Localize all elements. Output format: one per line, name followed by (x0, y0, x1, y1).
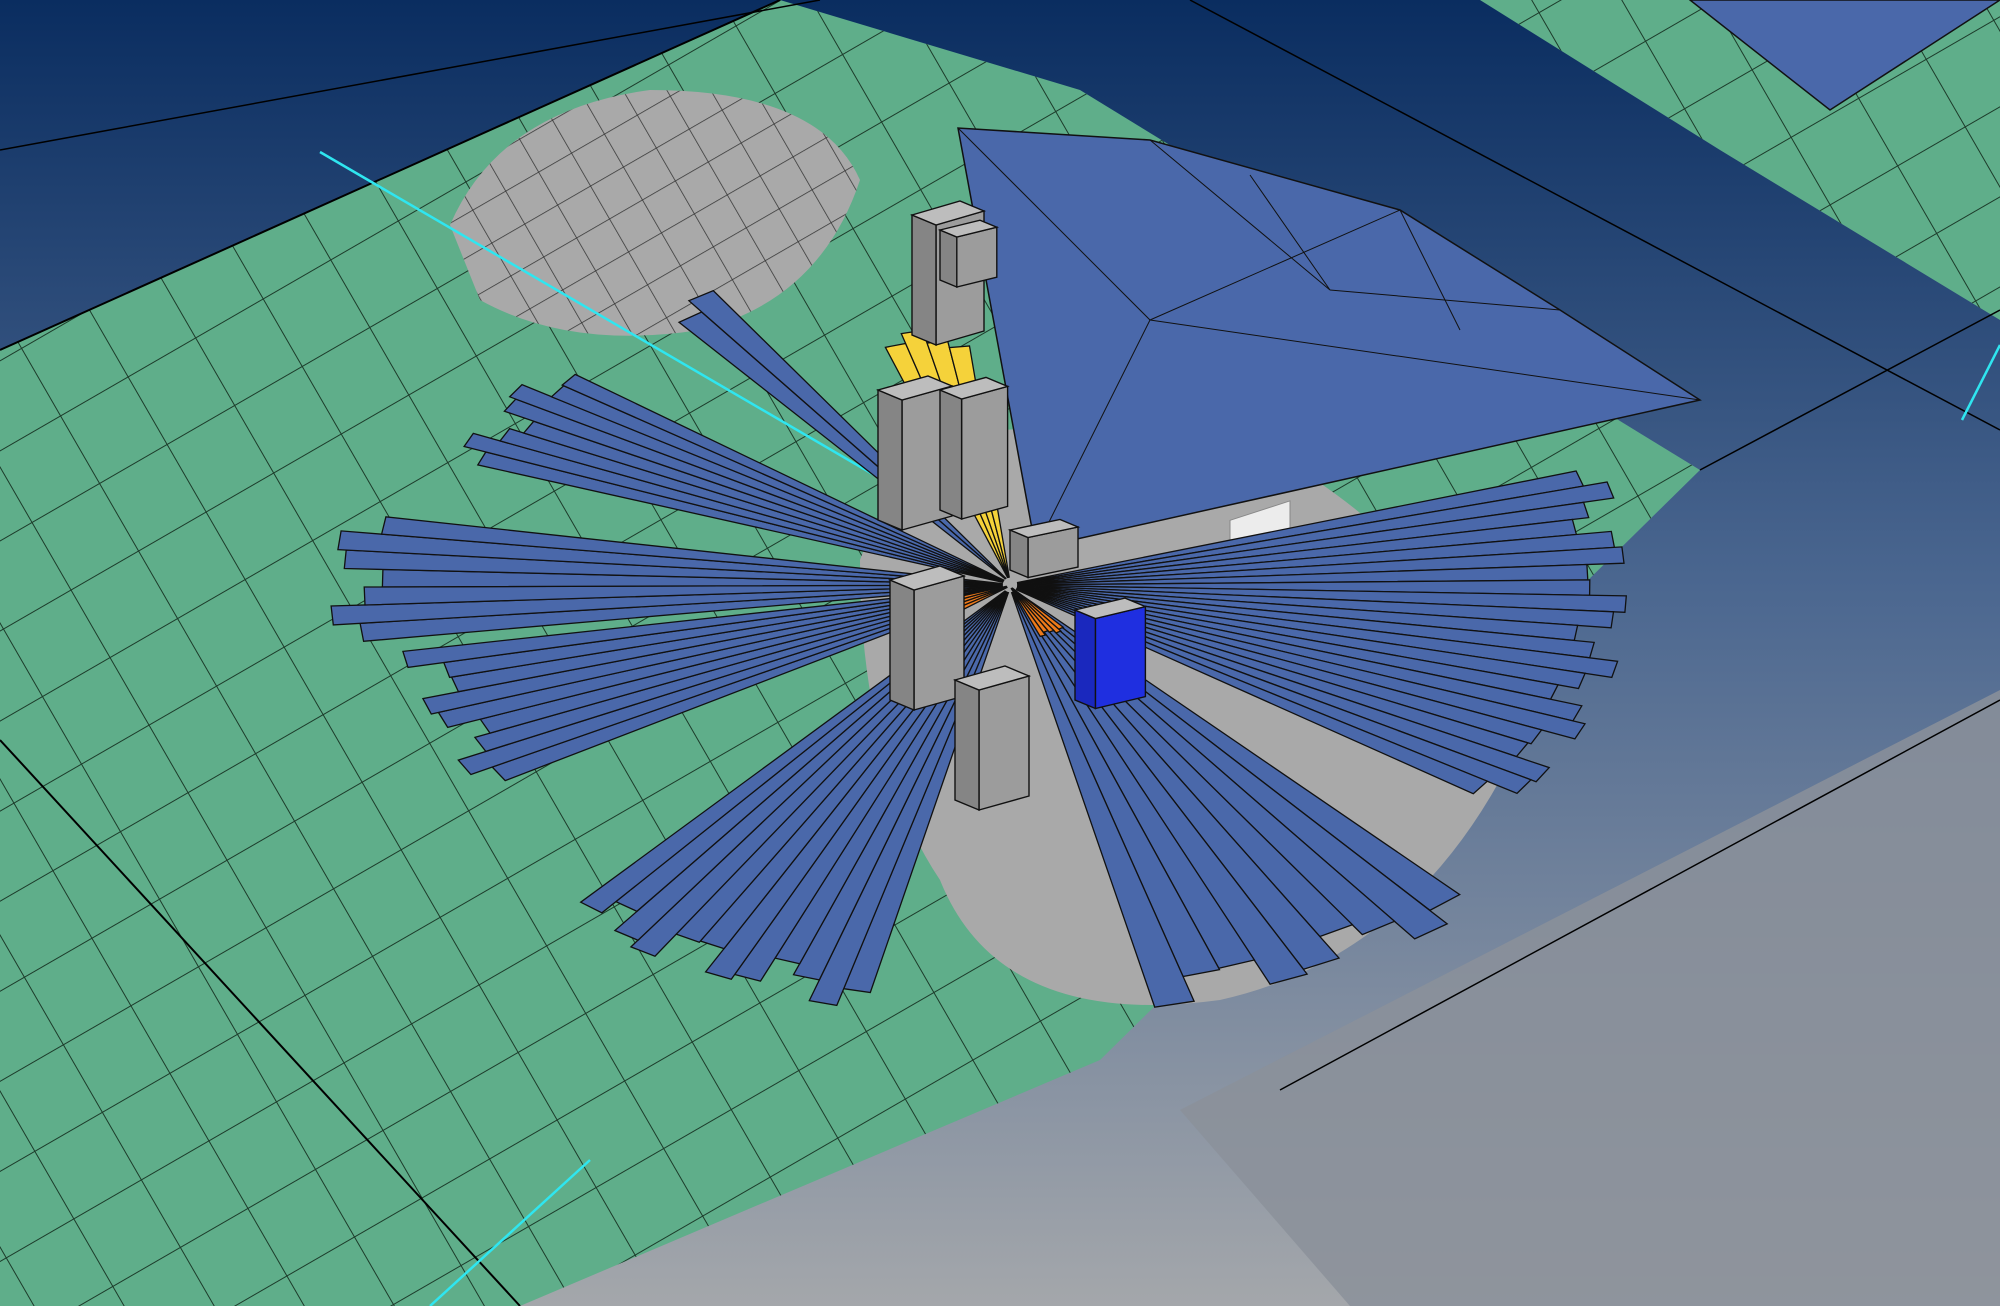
building[interactable] (937, 376, 1010, 521)
building-front (1074, 608, 1097, 710)
building-front (889, 578, 915, 712)
3d-viewport[interactable] (0, 0, 2000, 1306)
building[interactable] (887, 565, 967, 712)
building-side (978, 675, 1030, 811)
building[interactable] (1007, 518, 1081, 579)
building-side (960, 385, 1009, 520)
scene-canvas[interactable] (0, 0, 2000, 1306)
building-front (939, 228, 958, 289)
building-front (954, 678, 980, 812)
building-front (877, 388, 903, 532)
building-side (1094, 605, 1147, 710)
building[interactable] (937, 219, 1000, 289)
building-front (939, 388, 963, 521)
building-front (911, 213, 937, 347)
building[interactable] (952, 665, 1032, 812)
building-selected[interactable] (1072, 597, 1148, 710)
